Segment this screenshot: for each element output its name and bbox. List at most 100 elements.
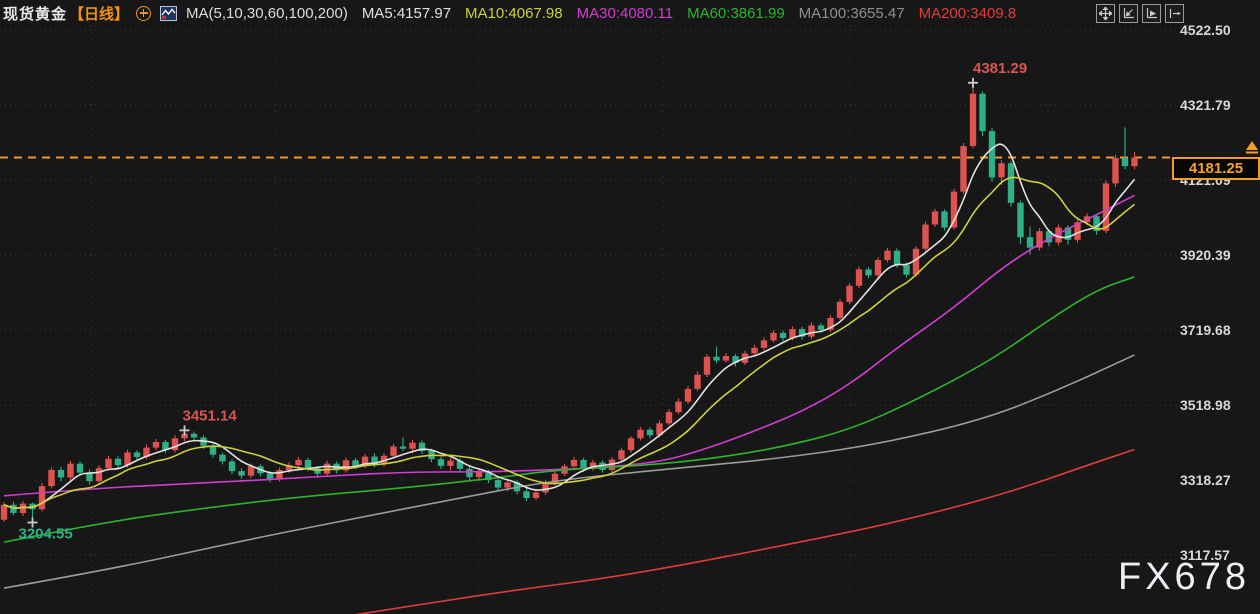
candle-body [67,464,73,478]
candle-body [1112,158,1118,183]
shift-right-icon[interactable] [1165,4,1184,23]
candle-body [713,357,719,361]
candle-body [115,459,121,465]
candle-body [1017,203,1023,237]
candle-body [1,505,7,520]
ma100-line [4,355,1135,588]
candle-body [903,265,909,275]
candle-body [447,461,453,466]
price-up-arrow-icon [1244,141,1260,160]
x-axis-scale-icon[interactable] [1142,4,1161,23]
candle-body [704,357,710,375]
current-price-badge: 4181.25 [1172,157,1260,180]
candle-body [77,464,83,473]
candle-body [1131,158,1137,167]
candle-body [400,446,406,448]
candle-body [438,459,444,466]
candle-body [476,472,482,477]
chart-toolbar [1096,4,1184,23]
y-axis-scale-icon[interactable] [1119,4,1138,23]
candle-body [409,443,415,449]
price-axis-label: 3719.68 [1180,322,1231,338]
price-axis-label: 3518.98 [1180,397,1231,413]
candle-body [837,302,843,318]
extreme-price-label: 3451.14 [183,407,238,424]
ma60-value: MA60:3861.99 [687,5,785,22]
candle-body [1122,158,1128,166]
candle-body [1008,163,1014,203]
candle-body [1027,237,1033,247]
candle-body [248,466,254,475]
ma10-line [4,177,1135,508]
candlestick-chart-canvas[interactable]: 4381.29 3451.14 3204.55 [0,0,1260,614]
candle-body [751,348,757,354]
candle-body [542,483,548,492]
kline-chart-icon[interactable] [160,6,177,21]
candle-body [390,446,396,455]
candle-body [191,434,197,438]
candle-body [856,269,862,285]
ma200-line [289,449,1135,614]
candle-body [846,286,852,302]
symbol-name: 现货黄金 [3,3,67,24]
ma5-line [4,144,1135,508]
candle-body [941,211,947,227]
timeframe-label: 【日线】 [69,3,129,24]
candle-body [894,251,900,265]
extreme-price-label: 4381.29 [973,60,1027,77]
ma30-value: MA30:4080.11 [577,5,673,22]
candle-body [960,146,966,192]
candle-body [875,260,881,275]
candle-body [267,473,273,479]
price-axis-label: 4321.79 [1180,97,1231,113]
circle-plus-icon[interactable] [136,6,151,21]
candle-body [761,340,767,347]
ma-settings-label: MA(5,10,30,60,100,200) [186,5,348,22]
ma60-line [4,277,1135,542]
candle-body [466,469,472,477]
candle-body [865,269,871,275]
candle-body [628,438,634,450]
legend-bar: 现货黄金 【日线】 MA(5,10,30,60,100,200) MA5:415… [0,0,1260,26]
candle-body [618,450,624,459]
ma200-value: MA200:3409.8 [919,5,1017,22]
candle-body [780,333,786,338]
candle-body [219,455,225,462]
pan-icon[interactable] [1096,4,1115,23]
candle-body [922,225,928,249]
candle-body [314,468,320,474]
candle-body [153,442,159,448]
fx678-watermark: FX678 [1118,556,1250,599]
ma30-line [4,195,1135,495]
candle-body [504,482,510,487]
candle-body [685,389,691,402]
candle-body [571,460,577,466]
ma100-value: MA100:3655.47 [799,5,905,22]
candle-body [970,94,976,146]
candle-body [723,356,729,360]
candle-body [134,452,140,456]
candle-body [210,446,216,455]
candle-body [808,325,814,336]
candle-body [989,131,995,177]
candle-body [495,480,501,487]
candle-body [58,470,64,477]
candle-body [238,471,244,475]
candle-body [533,492,539,498]
candle-body [637,430,643,439]
extreme-price-label: 3204.55 [19,525,73,542]
candle-body [884,251,890,260]
candle-body [675,402,681,412]
candle-body [96,468,102,481]
candle-body [48,470,54,486]
kline-chart-window: 4381.29 3451.14 3204.55 现货黄金 【日线】 MA(5,10,… [0,0,1260,614]
ma10-value: MA10:4067.98 [465,5,563,22]
candle-body [305,460,311,468]
candle-body [666,412,672,423]
candle-body [295,460,301,465]
candle-body [523,491,529,498]
candle-body [998,163,1004,177]
price-axis-label: 3920.39 [1180,247,1231,263]
candle-body [39,486,45,509]
candle-body [951,192,957,228]
